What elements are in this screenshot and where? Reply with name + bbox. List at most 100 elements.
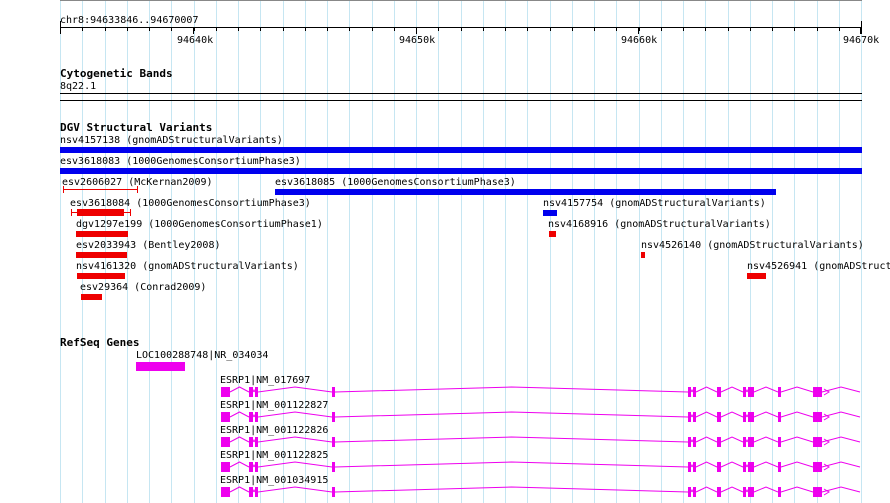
transcript[interactable]	[221, 386, 861, 397]
esrp1-transcripts[interactable]	[0, 0, 890, 503]
intron-line	[257, 436, 333, 443]
exon	[693, 412, 696, 422]
intron-line	[720, 486, 744, 493]
exon	[693, 487, 696, 497]
intron-line	[690, 388, 694, 393]
exon	[688, 462, 691, 472]
intron-line	[252, 388, 256, 393]
exon	[778, 387, 781, 397]
exon	[748, 387, 751, 397]
exon	[332, 387, 335, 397]
intron-line	[720, 461, 744, 468]
exon	[751, 437, 754, 447]
transcript[interactable]	[221, 411, 861, 422]
exon	[778, 487, 781, 497]
intron-line	[753, 461, 779, 468]
exon	[717, 462, 721, 472]
exon	[221, 387, 230, 397]
exon	[748, 437, 751, 447]
intron-line	[229, 486, 250, 493]
intron-line	[690, 438, 694, 443]
exon	[717, 487, 721, 497]
intron-line	[229, 386, 250, 393]
exon	[249, 412, 253, 422]
intron-line	[334, 411, 689, 418]
exon	[332, 412, 335, 422]
intron-line	[695, 411, 718, 418]
exon	[332, 462, 335, 472]
intron-line	[780, 386, 814, 393]
exon	[255, 387, 258, 397]
exon	[249, 387, 253, 397]
intron-line	[257, 386, 333, 393]
exon	[748, 412, 751, 422]
exon	[255, 487, 258, 497]
exon	[249, 487, 253, 497]
exon	[693, 387, 696, 397]
intron-line	[690, 413, 694, 418]
intron-line	[257, 411, 333, 418]
exon	[221, 487, 230, 497]
intron-line	[720, 436, 744, 443]
intron-line	[252, 463, 256, 468]
intron-line	[334, 461, 689, 468]
intron-line	[252, 488, 256, 493]
intron-line	[229, 411, 250, 418]
intron-line	[334, 386, 689, 393]
exon	[693, 437, 696, 447]
intron-line	[780, 411, 814, 418]
intron-line	[252, 438, 256, 443]
intron-line	[257, 486, 333, 493]
exon	[743, 387, 746, 397]
intron-line	[695, 436, 718, 443]
exon	[717, 412, 721, 422]
exon	[751, 412, 754, 422]
intron-line	[334, 486, 689, 493]
intron-line	[334, 436, 689, 443]
exon	[751, 462, 754, 472]
exon	[778, 437, 781, 447]
exon	[743, 412, 746, 422]
intron-line	[229, 461, 250, 468]
intron-line	[690, 488, 694, 493]
exon	[743, 462, 746, 472]
exon	[748, 462, 751, 472]
exon	[717, 437, 721, 447]
exon	[751, 487, 754, 497]
exon	[778, 412, 781, 422]
exon	[255, 462, 258, 472]
exon	[332, 437, 335, 447]
transcript[interactable]	[221, 486, 861, 497]
exon	[813, 412, 822, 422]
intron-line	[720, 411, 744, 418]
transcript[interactable]	[221, 436, 861, 447]
exon	[813, 387, 822, 397]
exon	[748, 487, 751, 497]
exon	[751, 387, 754, 397]
exon	[688, 412, 691, 422]
exon	[255, 437, 258, 447]
exon	[813, 462, 822, 472]
intron-line	[753, 436, 779, 443]
exon	[688, 387, 691, 397]
exon	[813, 487, 822, 497]
intron-line	[753, 411, 779, 418]
intron-line	[229, 436, 250, 443]
intron-line	[745, 438, 749, 443]
intron-line	[745, 463, 749, 468]
genome-browser-view[interactable]: chr8:94633846..94670007 94640k 94650k 94…	[0, 0, 890, 503]
intron-line	[780, 461, 814, 468]
exon	[743, 487, 746, 497]
intron-line	[745, 488, 749, 493]
exon	[221, 412, 230, 422]
exon	[743, 437, 746, 447]
intron-line	[780, 436, 814, 443]
transcript[interactable]	[221, 461, 861, 472]
exon	[688, 487, 691, 497]
intron-line	[695, 386, 718, 393]
exon	[255, 412, 258, 422]
intron-line	[780, 486, 814, 493]
exon	[221, 437, 230, 447]
exon	[249, 462, 253, 472]
intron-line	[695, 486, 718, 493]
